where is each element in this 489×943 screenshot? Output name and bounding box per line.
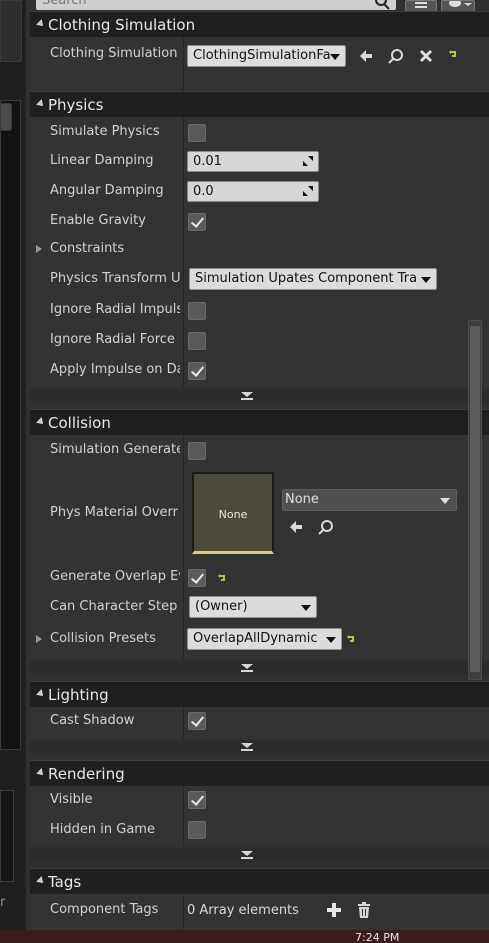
clothing-simulation-dropdown[interactable]: ClothingSimulationFa [187,45,346,67]
property-label: Clothing Simulation [50,46,178,61]
browse-search-icon[interactable] [388,48,404,64]
collapse-arrow-icon [36,689,46,699]
row-simulate-physics: Simulate Physics [30,118,489,148]
simulate-physics-checkbox[interactable] [188,124,206,142]
row-collision-presets[interactable]: Collision Presets OverlapAllDynamic [30,625,489,655]
collapse-arrow-icon [36,19,46,29]
row-apply-impulse: Apply Impulse on Da [30,356,489,386]
collision-presets-dropdown[interactable]: OverlapAllDynamic [187,628,342,650]
row-enable-gravity: Enable Gravity [30,207,489,237]
category-title: Clothing Simulation [48,16,196,34]
reset-to-default-icon[interactable] [346,634,356,644]
row-constraints[interactable]: Constraints [30,235,489,265]
category-title: Physics [48,96,104,114]
use-selected-arrow-icon[interactable] [358,48,374,64]
row-component-tags: Component Tags 0 Array elements [30,896,489,926]
expand-arrow-icon[interactable] [36,245,42,253]
category-title: Lighting [48,686,109,704]
physics-section: Simulate Physics Linear Damping 0.01 Ang… [30,117,489,387]
details-panel: Search Clothing Simulation Clothing Simu… [26,0,489,930]
collapse-arrow-icon [36,876,46,886]
phys-material-dropdown[interactable]: None [282,489,457,511]
grid-icon [415,2,427,8]
category-title: Tags [48,873,82,891]
taskbar-clock: 7:24 PM [355,931,400,943]
row-hidden-in-game: Hidden in Game [30,816,489,846]
row-generate-overlap: Generate Overlap Ev [30,563,489,593]
category-clothing-simulation[interactable]: Clothing Simulation [30,11,489,37]
chevron-down-icon [241,743,253,751]
add-element-plus-icon[interactable] [326,902,342,918]
drag-grip-icon[interactable] [303,156,313,166]
collapse-arrow-icon [36,99,46,109]
linear-damping-input[interactable]: 0.01 [187,151,319,172]
row-ignore-radial-impulse: Ignore Radial Impuls [30,296,489,326]
row-angular-damping: Angular Damping 0.0 [30,177,489,207]
left-panel-box [0,790,14,882]
search-input[interactable]: Search [36,0,396,10]
category-title: Rendering [48,765,125,783]
row-ignore-radial-force: Ignore Radial Force [30,326,489,356]
ignore-radial-impulse-checkbox[interactable] [188,302,206,320]
angular-damping-input[interactable]: 0.0 [187,181,319,202]
drag-grip-icon[interactable] [303,186,313,196]
show-advanced-button[interactable] [30,848,489,862]
rendering-section: Visible Hidden in Game [30,786,489,846]
physics-transform-dropdown[interactable]: Simulation Upates Component Tra [189,268,437,290]
row-clothing-simulation: Clothing Simulation ClothingSimulationFa [30,40,489,70]
apply-impulse-checkbox[interactable] [188,362,206,380]
collapse-arrow-icon [36,768,46,778]
use-selected-arrow-icon[interactable] [288,519,304,535]
show-advanced-button[interactable] [30,740,489,754]
category-tags[interactable]: Tags [30,868,489,894]
category-physics[interactable]: Physics [30,91,489,117]
row-cast-shadow: Cast Shadow [30,707,489,737]
clothing-section: Clothing Simulation ClothingSimulationFa [30,37,489,91]
row-simulation-generates: Simulation Generate [30,436,489,466]
reset-to-default-icon[interactable] [448,49,458,59]
collapse-arrow-icon [36,417,46,427]
show-advanced-button[interactable] [30,661,489,675]
hidden-in-game-checkbox[interactable] [188,821,206,839]
row-visible: Visible [30,786,489,816]
chevron-down-icon [241,851,253,859]
chevron-down-icon [241,664,253,672]
chevron-down-icon [241,392,253,400]
reset-to-default-icon[interactable] [217,573,227,583]
category-rendering[interactable]: Rendering [30,760,489,786]
viewport-frame [0,100,21,750]
generate-overlap-checkbox[interactable] [188,569,206,587]
enable-gravity-checkbox[interactable] [188,213,206,231]
ignore-radial-force-checkbox[interactable] [188,332,206,350]
eye-icon [449,1,472,7]
browse-search-icon[interactable] [318,519,334,535]
row-physics-transform: Physics Transform U Simulation Upates Co… [30,265,489,295]
can-character-step-dropdown[interactable]: (Owner) [189,596,317,618]
collision-section: Simulation Generate Phys Material Overr … [30,435,489,659]
visible-checkbox[interactable] [188,791,206,809]
details-scrollbar-thumb[interactable] [470,326,480,672]
left-panel: r [0,0,25,930]
expand-arrow-icon[interactable] [36,635,42,643]
row-linear-damping: Linear Damping 0.01 [30,147,489,177]
left-panel-thumbnail [0,0,22,62]
clear-x-icon[interactable] [418,48,434,64]
trash-icon[interactable] [356,902,372,918]
left-panel-button[interactable] [0,103,12,131]
material-thumbnail[interactable]: None [192,472,274,554]
show-advanced-button[interactable] [30,389,489,403]
taskbar: 7:24 PM [0,930,489,943]
search-icon [375,0,390,10]
category-lighting[interactable]: Lighting [30,681,489,707]
left-panel-text: r [0,895,6,910]
tags-section: Component Tags 0 Array elements [30,894,489,930]
category-collision[interactable]: Collision [30,409,489,435]
component-tags-count: 0 Array elements [187,903,299,918]
row-can-character-step: Can Character Step (Owner) [30,593,489,623]
cast-shadow-checkbox[interactable] [188,712,206,730]
lighting-section: Cast Shadow [30,707,489,739]
simulation-generates-checkbox[interactable] [188,442,206,460]
category-title: Collision [48,414,111,432]
